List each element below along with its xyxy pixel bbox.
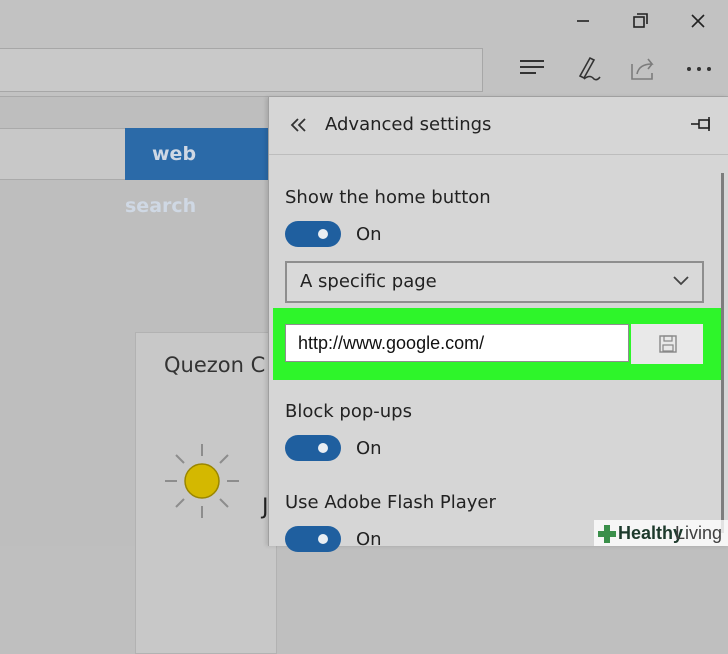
weather-card: Quezon C J xyxy=(135,332,277,654)
share-icon[interactable] xyxy=(626,52,660,86)
flash-toggle[interactable] xyxy=(285,526,341,552)
back-icon[interactable] xyxy=(289,115,307,139)
address-bar[interactable] xyxy=(0,48,483,92)
toggle-knob xyxy=(318,443,328,453)
panel-title: Advanced settings xyxy=(325,114,492,135)
save-icon xyxy=(659,335,677,353)
dropdown-value: A specific page xyxy=(300,271,437,292)
advanced-settings-panel: Advanced settings Show the home button O… xyxy=(268,97,728,552)
home-button-toggle-state: On xyxy=(356,224,382,245)
title-bar xyxy=(0,0,728,42)
watermark-text-2: Living xyxy=(675,523,723,543)
toggle-knob xyxy=(318,534,328,544)
flash-label: Use Adobe Flash Player xyxy=(285,492,496,513)
save-button[interactable] xyxy=(631,324,703,364)
block-popups-toggle-state: On xyxy=(356,438,382,459)
watermark: Healthy Living xyxy=(594,520,728,546)
weather-city: Quezon C xyxy=(164,353,266,377)
chevron-down-icon xyxy=(672,273,690,292)
web-search-button[interactable]: web search xyxy=(125,128,268,217)
url-highlight xyxy=(273,308,723,380)
home-button-label: Show the home button xyxy=(285,187,491,208)
watermark-text-1: Healthy xyxy=(618,523,684,543)
flash-toggle-state: On xyxy=(356,529,382,550)
navigation-bar xyxy=(0,42,728,97)
home-page-dropdown[interactable]: A specific page xyxy=(285,261,704,303)
toggle-knob xyxy=(318,229,328,239)
hub-icon[interactable] xyxy=(514,52,548,86)
block-popups-toggle[interactable] xyxy=(285,435,341,461)
more-icon[interactable] xyxy=(682,52,716,86)
plus-icon xyxy=(598,524,616,550)
web-note-icon[interactable] xyxy=(570,52,604,86)
home-url-input[interactable] xyxy=(285,324,629,362)
sun-icon xyxy=(162,441,242,525)
restore-icon[interactable] xyxy=(623,4,657,38)
panel-header: Advanced settings xyxy=(269,97,728,155)
block-popups-label: Block pop-ups xyxy=(285,401,412,422)
panel-scrollbar[interactable] xyxy=(721,173,724,533)
page-content: web search Quezon C J xyxy=(0,97,277,654)
home-button-toggle[interactable] xyxy=(285,221,341,247)
search-input[interactable] xyxy=(0,128,125,180)
minimize-icon[interactable] xyxy=(566,4,600,38)
close-icon[interactable] xyxy=(681,4,715,38)
pin-icon[interactable] xyxy=(689,114,713,138)
